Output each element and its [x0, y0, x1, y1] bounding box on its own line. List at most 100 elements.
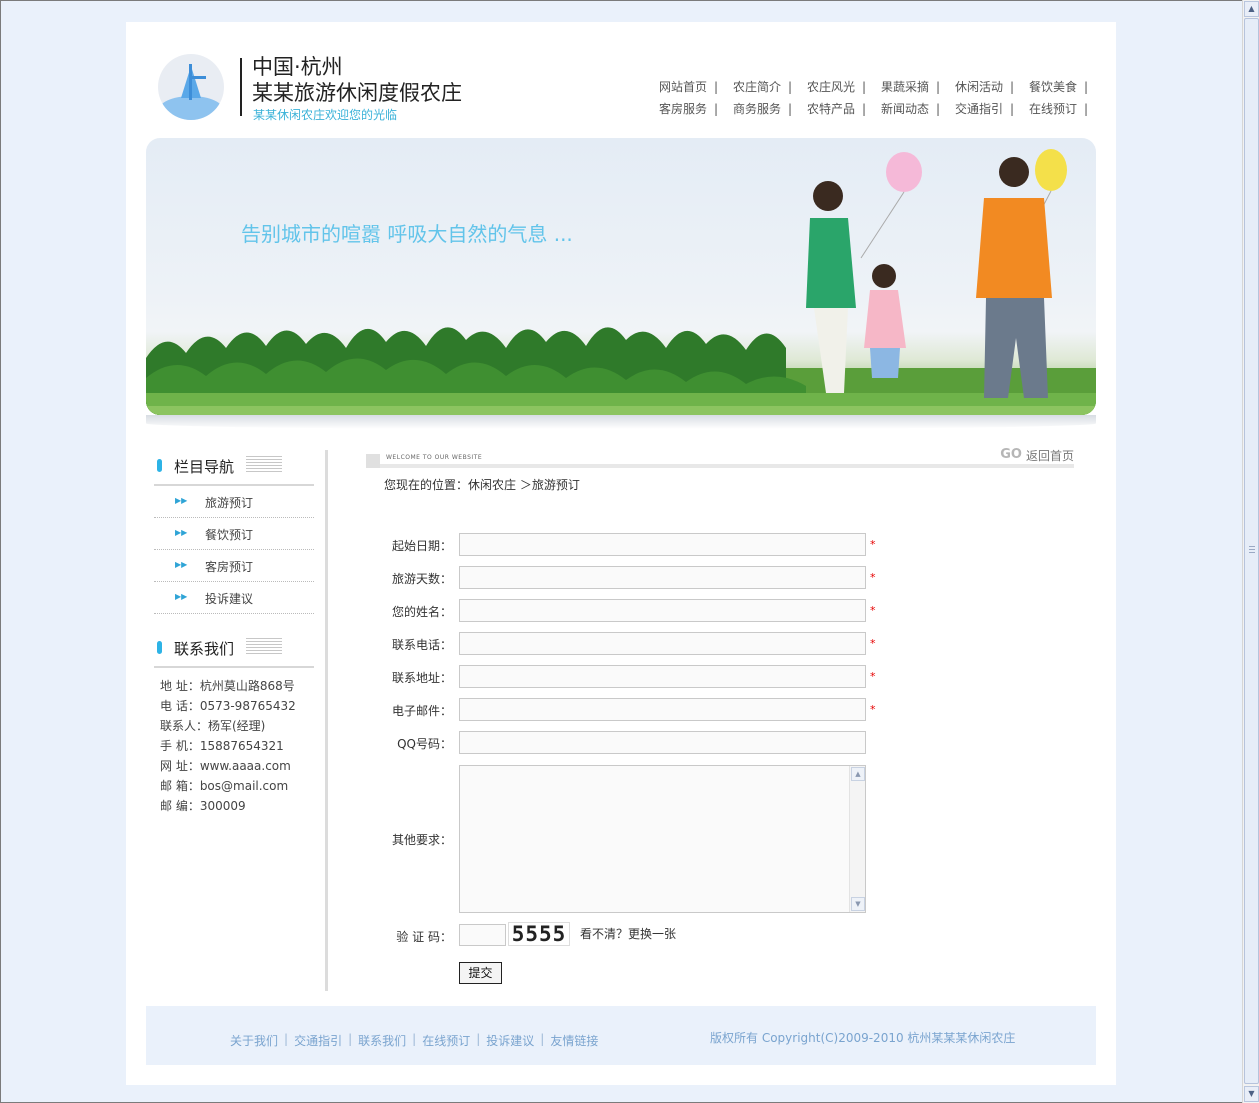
- footer-separator: |: [540, 1032, 545, 1046]
- footer-link-contact[interactable]: 联系我们: [358, 1032, 406, 1049]
- nav-link-activities[interactable]: 休闲活动: [944, 78, 1018, 100]
- footer-link-traffic[interactable]: 交通指引: [294, 1032, 342, 1049]
- sidebar-divider: [325, 450, 328, 991]
- sidebar-contact-header: 联系我们: [154, 632, 314, 668]
- label-email: 电子邮件：: [391, 704, 452, 718]
- phone-input[interactable]: [459, 632, 866, 655]
- nav-link-news[interactable]: 新闻动态: [870, 100, 944, 122]
- email-input[interactable]: [459, 698, 866, 721]
- nav-link-dining[interactable]: 餐饮美食: [1018, 78, 1092, 100]
- double-arrow-icon: ▶▶: [175, 528, 188, 537]
- contact-postcode: 邮 编：300009: [160, 799, 246, 813]
- scroll-down-icon[interactable]: ▼: [851, 897, 865, 911]
- contact-person: 联系人：杨军(经理): [160, 719, 266, 733]
- scroll-up-icon[interactable]: ▲: [851, 767, 865, 781]
- sidebar-nav-title: 栏目导航: [174, 458, 235, 476]
- double-arrow-icon: ▶▶: [175, 560, 188, 569]
- captcha-refresh-link[interactable]: 看不清？更换一张: [580, 925, 676, 942]
- sidebar: 栏目导航 ▶▶ 旅游预订 ▶▶ 餐饮预订 ▶▶ 客房预订 ▶▶ 投诉建议 联系我: [154, 450, 314, 816]
- footer-link-complaints[interactable]: 投诉建议: [486, 1032, 534, 1049]
- welcome-text: WELCOME TO OUR WEBSITE: [386, 454, 483, 461]
- footer-link-about[interactable]: 关于我们: [230, 1032, 278, 1049]
- label-address: 联系地址：: [391, 671, 452, 685]
- label-captcha: 验 证 码：: [396, 930, 452, 944]
- sidebar-nav-header: 栏目导航: [154, 450, 314, 486]
- qq-input[interactable]: [459, 731, 866, 754]
- double-arrow-icon: ▶▶: [175, 592, 188, 601]
- sidebar-item-room-booking[interactable]: ▶▶ 客房预订: [154, 550, 314, 582]
- label-phone: 联系电话：: [391, 638, 452, 652]
- lines-decoration-icon: [246, 456, 282, 474]
- nav-link-about[interactable]: 农庄简介: [722, 78, 796, 100]
- contact-website: 网 址：www.aaaa.com: [160, 759, 291, 773]
- lines-decoration-icon: [246, 638, 282, 656]
- logo-divider: [240, 58, 242, 116]
- footer-links: 关于我们 | 交通指引 | 联系我们 | 在线预订 | 投诉建议 | 友情链接: [230, 1032, 598, 1049]
- family-illustration: [806, 149, 1067, 398]
- nav-link-home[interactable]: 网站首页: [648, 78, 722, 100]
- nav-link-picking[interactable]: 果蔬采摘: [870, 78, 944, 100]
- site-subtitle: 某某休闲农庄欢迎您的光临: [253, 108, 398, 122]
- page-scrollbar[interactable]: ▲ ▼: [1242, 0, 1259, 1103]
- footer-link-booking[interactable]: 在线预订: [422, 1032, 470, 1049]
- other-requirements-textarea[interactable]: ▲ ▼: [459, 765, 866, 913]
- topnav-row-2: 客房服务 商务服务 农特产品 新闻动态 交通指引 在线预订: [648, 100, 1098, 122]
- tour-days-input[interactable]: [459, 566, 866, 589]
- required-mark: *: [870, 538, 876, 551]
- nav-link-booking[interactable]: 在线预订: [1018, 100, 1092, 122]
- footer-separator: |: [412, 1032, 417, 1046]
- sidebar-contact-title: 联系我们: [174, 640, 235, 658]
- nav-link-scenery[interactable]: 农庄风光: [796, 78, 870, 100]
- address-input[interactable]: [459, 665, 866, 688]
- grip-icon: [1249, 546, 1255, 553]
- breadcrumb: 您现在的位置：休闲农庄 ＞旅游预订: [384, 478, 580, 492]
- captcha-input[interactable]: [459, 924, 506, 946]
- bullet-pill-icon: [157, 459, 162, 472]
- contact-mobile: 手 机：15887654321: [160, 739, 284, 753]
- top-navigation: 网站首页 农庄简介 农庄风光 果蔬采摘 休闲活动 餐饮美食 客房服务 商务服务 …: [648, 78, 1098, 122]
- contact-info: 地 址：杭州莫山路868号 电 话：0573-98765432 联系人：杨军(经…: [154, 676, 314, 816]
- footer-separator: |: [476, 1032, 481, 1046]
- double-arrow-icon: ▶▶: [175, 496, 188, 505]
- contact-phone: 电 话：0573-98765432: [160, 699, 296, 713]
- sidebar-item-label: 客房预订: [205, 560, 254, 574]
- required-mark: *: [870, 604, 876, 617]
- banner-shadow: [146, 415, 1096, 429]
- required-mark: *: [870, 571, 876, 584]
- sidebar-item-dining-booking[interactable]: ▶▶ 餐饮预订: [154, 518, 314, 550]
- nav-link-rooms[interactable]: 客房服务: [648, 100, 722, 122]
- name-input[interactable]: [459, 599, 866, 622]
- submit-button[interactable]: 提交: [459, 962, 502, 984]
- contact-address: 地 址：杭州莫山路868号: [160, 679, 295, 693]
- logo[interactable]: [158, 54, 224, 120]
- scroll-up-icon[interactable]: ▲: [1244, 1, 1259, 17]
- required-mark: *: [870, 637, 876, 650]
- label-tour-days: 旅游天数：: [391, 572, 452, 586]
- site-title-line2: 某某旅游休闲度假农庄: [252, 81, 462, 105]
- welcome-bar: WELCOME TO OUR WEBSITE GO 返回首页: [366, 447, 1074, 468]
- captcha-image[interactable]: 5555: [508, 922, 570, 946]
- back-home-link[interactable]: 返回首页: [1026, 447, 1074, 464]
- go-icon: GO: [1000, 447, 1022, 462]
- footer-link-friends[interactable]: 友情链接: [550, 1032, 598, 1049]
- sidebar-item-label: 餐饮预订: [205, 528, 254, 542]
- required-mark: *: [870, 670, 876, 683]
- scroll-down-icon[interactable]: ▼: [1244, 1086, 1259, 1102]
- sidebar-item-complaints[interactable]: ▶▶ 投诉建议: [154, 582, 314, 614]
- label-start-date: 起始日期：: [391, 539, 452, 553]
- nav-link-products[interactable]: 农特产品: [796, 100, 870, 122]
- copyright: 版权所有 Copyright(C)2009-2010 杭州某某某休闲农庄: [710, 1031, 1016, 1045]
- page-container: 中国·杭州 某某旅游休闲度假农庄 某某休闲农庄欢迎您的光临 网站首页 农庄简介 …: [126, 22, 1116, 1085]
- sidebar-item-tour-booking[interactable]: ▶▶ 旅游预订: [154, 486, 314, 518]
- footer: 关于我们 | 交通指引 | 联系我们 | 在线预订 | 投诉建议 | 友情链接 …: [146, 1006, 1096, 1065]
- nav-link-traffic[interactable]: 交通指引: [944, 100, 1018, 122]
- label-qq: QQ号码：: [397, 737, 452, 751]
- required-mark: *: [870, 703, 876, 716]
- nav-link-business[interactable]: 商务服务: [722, 100, 796, 122]
- textarea-scrollbar[interactable]: ▲ ▼: [849, 766, 865, 912]
- sidebar-item-label: 投诉建议: [205, 592, 254, 606]
- banner-slogan: 告别城市的喧嚣 呼吸大自然的气息 ...: [241, 222, 573, 246]
- start-date-input[interactable]: [459, 533, 866, 556]
- scrollbar-thumb[interactable]: [1244, 18, 1259, 1084]
- footer-separator: |: [284, 1032, 289, 1046]
